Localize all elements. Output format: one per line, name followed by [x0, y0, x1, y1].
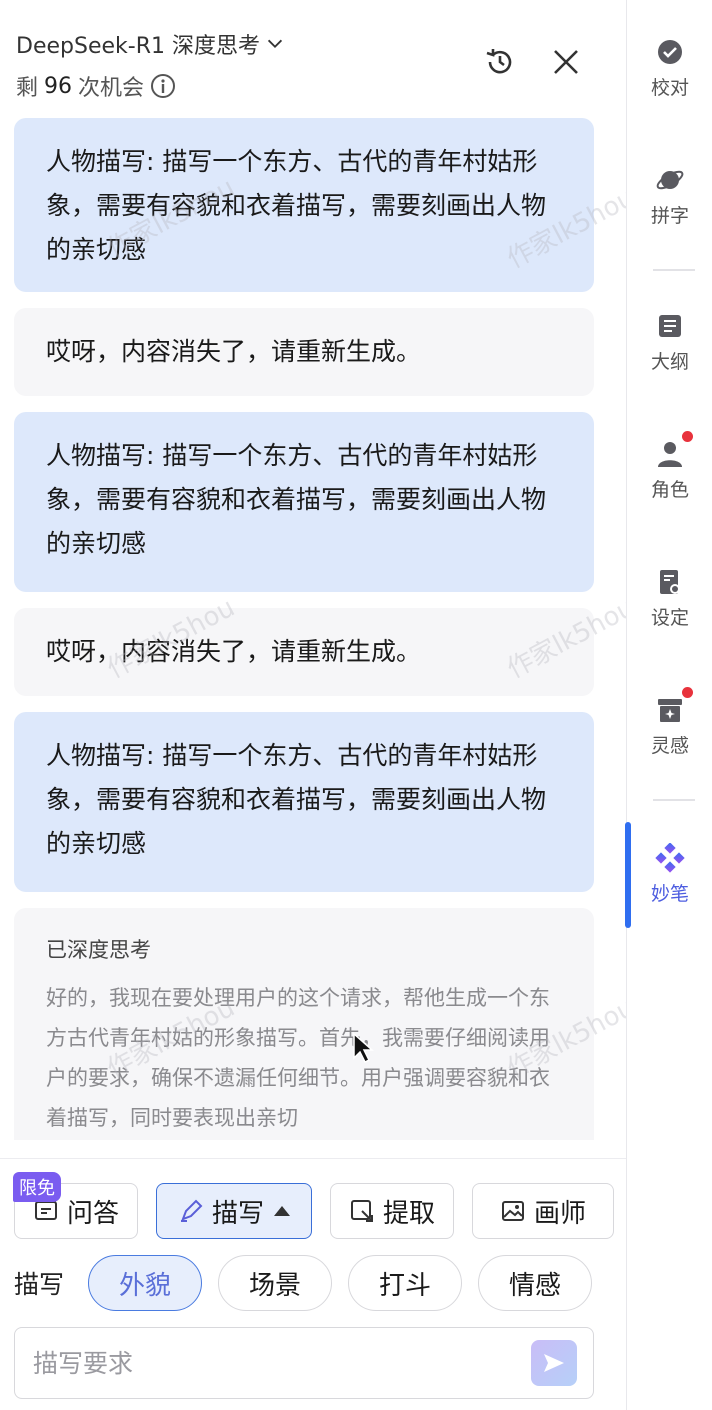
- extract-icon: [350, 1200, 373, 1222]
- settings-doc-icon: [660, 569, 680, 594]
- notification-dot: [682, 686, 693, 698]
- close-icon: [554, 50, 578, 74]
- outline-list-icon: [659, 314, 681, 337]
- history-button[interactable]: [480, 42, 520, 82]
- model-selector[interactable]: DeepSeek-R1 深度思考: [16, 28, 286, 60]
- sidebar-item-proofread[interactable]: 校对: [627, 20, 712, 116]
- sidebar-item-label: 设定: [650, 606, 689, 629]
- sidebar-item-outline[interactable]: 大纲: [627, 294, 712, 390]
- sidebar-item-label: 妙笔: [650, 882, 689, 905]
- close-button[interactable]: [546, 42, 586, 82]
- composer-area: 限免 问答 描写 提取 画师 描写 外貌 场景 打斗 情感: [0, 1158, 626, 1410]
- sidebar-item-label: 拼字: [650, 204, 689, 227]
- sidebar-item-settings[interactable]: 设定: [627, 550, 712, 646]
- tab-extract[interactable]: 提取: [330, 1183, 454, 1239]
- remain-count: 96: [44, 73, 73, 99]
- writing-assistant-panel: DeepSeek-R1 深度思考 剩 96 次机会 人物描写: 描写一个东方、古…: [0, 0, 626, 1410]
- user-message: 人物描写: 描写一个东方、古代的青年村姑形象，需要有容貌和衣着描写，需要刻画出人…: [14, 412, 594, 592]
- model-name: DeepSeek-R1 深度思考: [16, 34, 260, 59]
- tab-describe[interactable]: 描写: [156, 1183, 312, 1239]
- tool-tabs: 限免 问答 描写 提取 画师: [13, 1172, 614, 1239]
- chat-history[interactable]: 人物描写: 描写一个东方、古代的青年村姑形象，需要有容貌和衣着描写，需要刻画出人…: [0, 118, 626, 1140]
- chip-appearance[interactable]: 外貌: [88, 1255, 202, 1311]
- diamond-cluster-icon: [655, 842, 685, 873]
- chevron-down-icon: [267, 39, 283, 49]
- inspiration-icon-wrapper: [655, 686, 693, 725]
- history-icon: [486, 49, 512, 74]
- panel-header: DeepSeek-R1 深度思考 剩 96 次机会: [0, 0, 626, 118]
- user-message: 人物描写: 描写一个东方、古代的青年村姑形象，需要有容貌和衣着描写，需要刻画出人…: [14, 118, 594, 292]
- remain-suffix: 次机会: [78, 76, 145, 101]
- chip-fight[interactable]: 打斗: [348, 1255, 462, 1311]
- caret-up-icon: [274, 1206, 290, 1216]
- tab-painter-label: 画师: [533, 1198, 586, 1229]
- mouse-cursor-icon: [353, 1032, 374, 1064]
- sidebar-item-miaobi[interactable]: 妙笔: [627, 826, 712, 922]
- remaining-chances: 剩 96 次机会: [16, 70, 176, 102]
- sidebar-item-spell[interactable]: 拼字: [627, 148, 712, 244]
- thinking-content: 好的，我现在要处理用户的这个请求，帮他生成一个东方古代青年村姑的形象描写。首先，…: [46, 986, 550, 1130]
- person-icon: [658, 441, 682, 467]
- sidebar-item-label: 校对: [650, 76, 689, 99]
- tab-qa[interactable]: 限免 问答: [13, 1172, 138, 1239]
- sidebar-divider: [653, 269, 695, 271]
- right-sidebar: 校对 拼字 大纲 角色 设定 灵感 妙笔: [625, 0, 712, 1410]
- sidebar-item-label: 角色: [650, 478, 689, 501]
- sidebar-item-character[interactable]: 角色: [627, 422, 712, 518]
- remain-prefix: 剩: [16, 76, 39, 101]
- send-icon: [544, 1354, 564, 1372]
- prompt-input-box: [14, 1327, 594, 1399]
- image-icon: [501, 1201, 524, 1221]
- user-message: 人物描写: 描写一个东方、古代的青年村姑形象，需要有容貌和衣着描写，需要刻画出人…: [14, 712, 594, 892]
- tab-extract-label: 提取: [382, 1198, 435, 1229]
- notification-dot: [682, 430, 693, 442]
- describe-type-label: 描写: [14, 1270, 65, 1299]
- send-button[interactable]: [531, 1340, 577, 1386]
- inspiration-box-icon: [658, 698, 682, 722]
- planet-icon: [656, 170, 684, 189]
- free-badge: 限免: [13, 1172, 61, 1202]
- pen-icon: [180, 1199, 203, 1222]
- tab-painter[interactable]: 画师: [472, 1183, 614, 1239]
- chip-emotion[interactable]: 情感: [478, 1255, 592, 1311]
- sidebar-divider: [653, 799, 695, 801]
- chip-scene[interactable]: 场景: [218, 1255, 332, 1311]
- describe-type-row: 描写 外貌 场景 打斗 情感: [14, 1255, 592, 1311]
- tab-describe-label: 描写: [211, 1198, 264, 1229]
- check-badge-icon: [658, 39, 682, 64]
- bot-message: 哎呀，内容消失了，请重新生成。: [14, 608, 594, 696]
- deep-thinking-block: 已深度思考 好的，我现在要处理用户的这个请求，帮他生成一个东方古代青年村姑的形象…: [14, 908, 594, 1140]
- info-icon[interactable]: [150, 73, 176, 99]
- sidebar-item-label: 大纲: [650, 350, 689, 373]
- thinking-title: 已深度思考: [46, 938, 151, 962]
- bot-message: 哎呀，内容消失了，请重新生成。: [14, 308, 594, 396]
- sidebar-item-inspiration[interactable]: 灵感: [627, 678, 712, 774]
- person-icon-wrapper: [655, 430, 693, 469]
- sidebar-item-label: 灵感: [650, 734, 689, 757]
- describe-requirement-input[interactable]: [33, 1342, 513, 1384]
- tab-qa-label: 问答: [66, 1198, 119, 1229]
